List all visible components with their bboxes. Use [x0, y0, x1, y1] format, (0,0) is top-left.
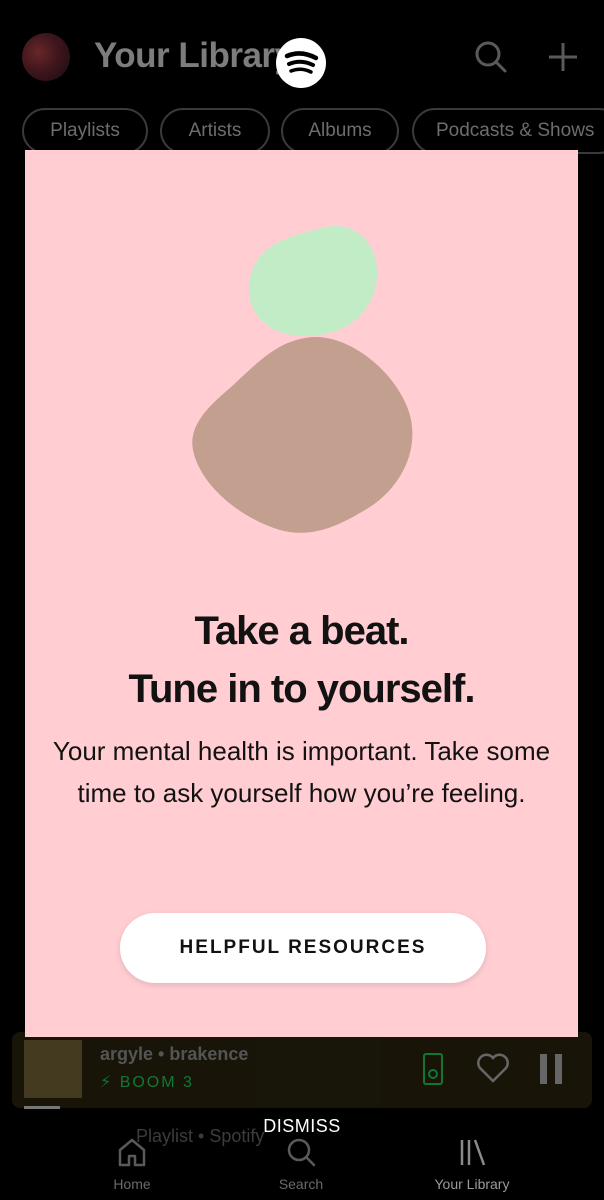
modal-body-text: Your mental health is important. Take so… [52, 736, 551, 808]
nav-home[interactable]: Home [72, 1136, 192, 1192]
nav-library-label: Your Library [434, 1176, 510, 1192]
library-icon [460, 1139, 486, 1166]
modal-headline: Take a beat. Tune in to yourself. [25, 602, 578, 718]
nav-search-label: Search [278, 1176, 324, 1192]
filter-chip-podcasts[interactable]: Podcasts & Shows [412, 108, 604, 154]
abstract-shapes-illustration [192, 226, 413, 533]
green-blob-shape [248, 226, 378, 337]
mini-player[interactable]: argyle • brakence ⚡ BOOM 3 [12, 1032, 592, 1108]
brown-blob-shape [192, 336, 413, 533]
playback-progress [24, 1106, 60, 1109]
device-icon[interactable] [422, 1052, 444, 1086]
page-title: Your Library [94, 36, 294, 75]
search-icon [287, 1138, 316, 1167]
pause-icon[interactable] [538, 1052, 564, 1086]
mini-player-title: argyle • brakence [100, 1044, 249, 1064]
headline-line-1: Take a beat. [194, 609, 409, 653]
avatar[interactable] [22, 33, 70, 81]
mental-health-modal: Take a beat. Tune in to yourself. Your m… [25, 150, 578, 1037]
headline-line-2: Tune in to yourself. [128, 667, 476, 711]
plus-icon[interactable] [546, 40, 580, 74]
mini-player-subtitle: ⚡ BOOM 3 [100, 1074, 194, 1091]
search-icon[interactable] [474, 40, 508, 74]
filter-chip-artists[interactable]: Artists [160, 108, 270, 154]
helpful-resources-button[interactable]: HELPFUL RESOURCES [120, 913, 486, 983]
nav-home-label: Home [113, 1176, 151, 1192]
heart-icon[interactable] [476, 1052, 510, 1084]
nav-library[interactable]: Your Library [412, 1136, 532, 1192]
album-art [24, 1040, 82, 1098]
home-icon [118, 1138, 146, 1167]
filter-chip-playlists[interactable]: Playlists [22, 108, 148, 154]
dismiss-button[interactable]: DISMISS [232, 1112, 372, 1140]
nav-search[interactable]: Search [241, 1136, 361, 1192]
spotify-logo-icon [276, 38, 326, 88]
filter-chip-albums[interactable]: Albums [281, 108, 399, 154]
